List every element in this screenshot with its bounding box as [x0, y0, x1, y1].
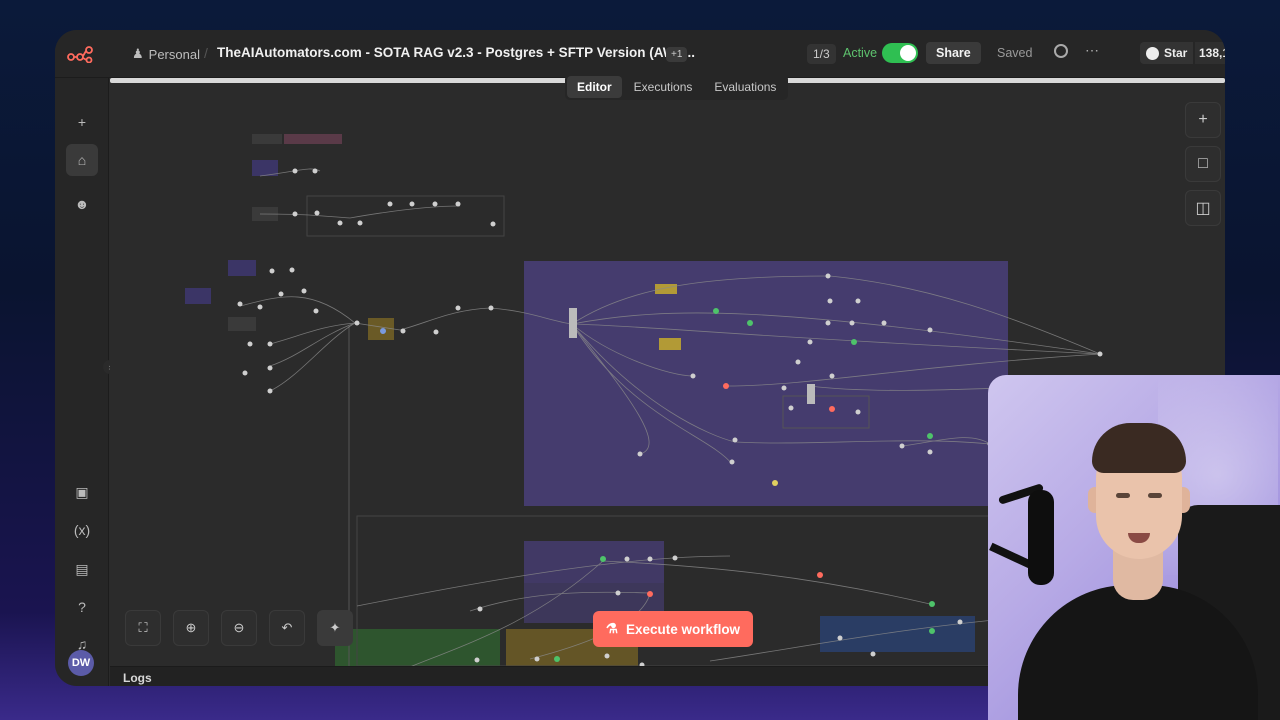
tags-more-badge[interactable]: +1	[666, 47, 688, 62]
zoom-in-icon[interactable]: ⊕	[173, 610, 209, 646]
top-bar: ♟ Personal / TheAIAutomators.com - SOTA …	[55, 30, 1225, 78]
flask-icon: ⚗	[605, 621, 619, 636]
home-icon[interactable]: ⌂	[66, 144, 98, 176]
add-node-icon[interactable]: +	[1185, 102, 1221, 138]
tab-editor[interactable]: Editor	[567, 76, 622, 98]
project-name: Personal	[148, 46, 200, 62]
chart-icon[interactable]: ▤	[66, 553, 98, 585]
view-tabs: Editor Executions Evaluations	[565, 74, 789, 100]
variables-icon[interactable]: (x)	[66, 514, 98, 546]
history-icon[interactable]	[1054, 44, 1068, 58]
zoom-out-icon[interactable]: ⊖	[221, 610, 257, 646]
workflow-title[interactable]: TheAIAutomators.com - SOTA RAG v2.3 - Po…	[217, 45, 695, 60]
add-icon[interactable]: +	[66, 106, 98, 138]
execute-label: Execute workflow	[626, 621, 741, 637]
breadcrumb-separator: /	[204, 45, 208, 61]
avatar[interactable]: DW	[68, 650, 94, 676]
tidy-up-icon[interactable]: ✦	[317, 610, 353, 646]
n8n-logo-icon[interactable]	[67, 45, 95, 63]
user-icon[interactable]: ☻	[66, 188, 98, 220]
execute-workflow-button[interactable]: ⚗ Execute workflow	[593, 611, 753, 647]
star-count[interactable]: 138,1	[1195, 42, 1225, 64]
active-status-label: Active	[843, 46, 878, 60]
help-icon[interactable]: ?	[66, 591, 98, 623]
group-record-manager	[524, 541, 664, 583]
active-toggle[interactable]	[882, 43, 918, 63]
star-label: Star	[1164, 46, 1188, 60]
tab-evaluations[interactable]: Evaluations	[704, 76, 786, 98]
undo-icon[interactable]: ↶	[269, 610, 305, 646]
group-blue	[820, 616, 975, 652]
logs-label: Logs	[123, 671, 152, 685]
tab-executions[interactable]: Executions	[624, 76, 703, 98]
group-rag-core	[524, 261, 1008, 506]
canvas-controls: ⛶ ⊕ ⊖ ↶ ✦	[125, 610, 353, 646]
left-sidebar: + ⌂ ☻ ▣ (x) ▤ ? ♫ DW	[55, 78, 109, 686]
webcam-overlay	[988, 375, 1280, 720]
microphone-icon	[1028, 490, 1054, 585]
more-options-icon[interactable]: ⋯	[1085, 42, 1100, 59]
user-icon: ♟	[132, 46, 144, 61]
github-star-button[interactable]: Star	[1140, 42, 1194, 64]
fit-view-icon[interactable]: ⛶	[125, 610, 161, 646]
panel-icon[interactable]: ◫	[1185, 190, 1221, 226]
saved-status: Saved	[997, 46, 1033, 60]
github-icon	[1146, 46, 1159, 60]
package-icon[interactable]: ▣	[66, 476, 98, 508]
version-counter[interactable]: 1/3	[807, 44, 836, 64]
sticky-note-icon[interactable]: □	[1185, 146, 1221, 182]
share-button[interactable]: Share	[926, 42, 981, 64]
project-breadcrumb[interactable]: ♟ Personal	[132, 46, 200, 62]
